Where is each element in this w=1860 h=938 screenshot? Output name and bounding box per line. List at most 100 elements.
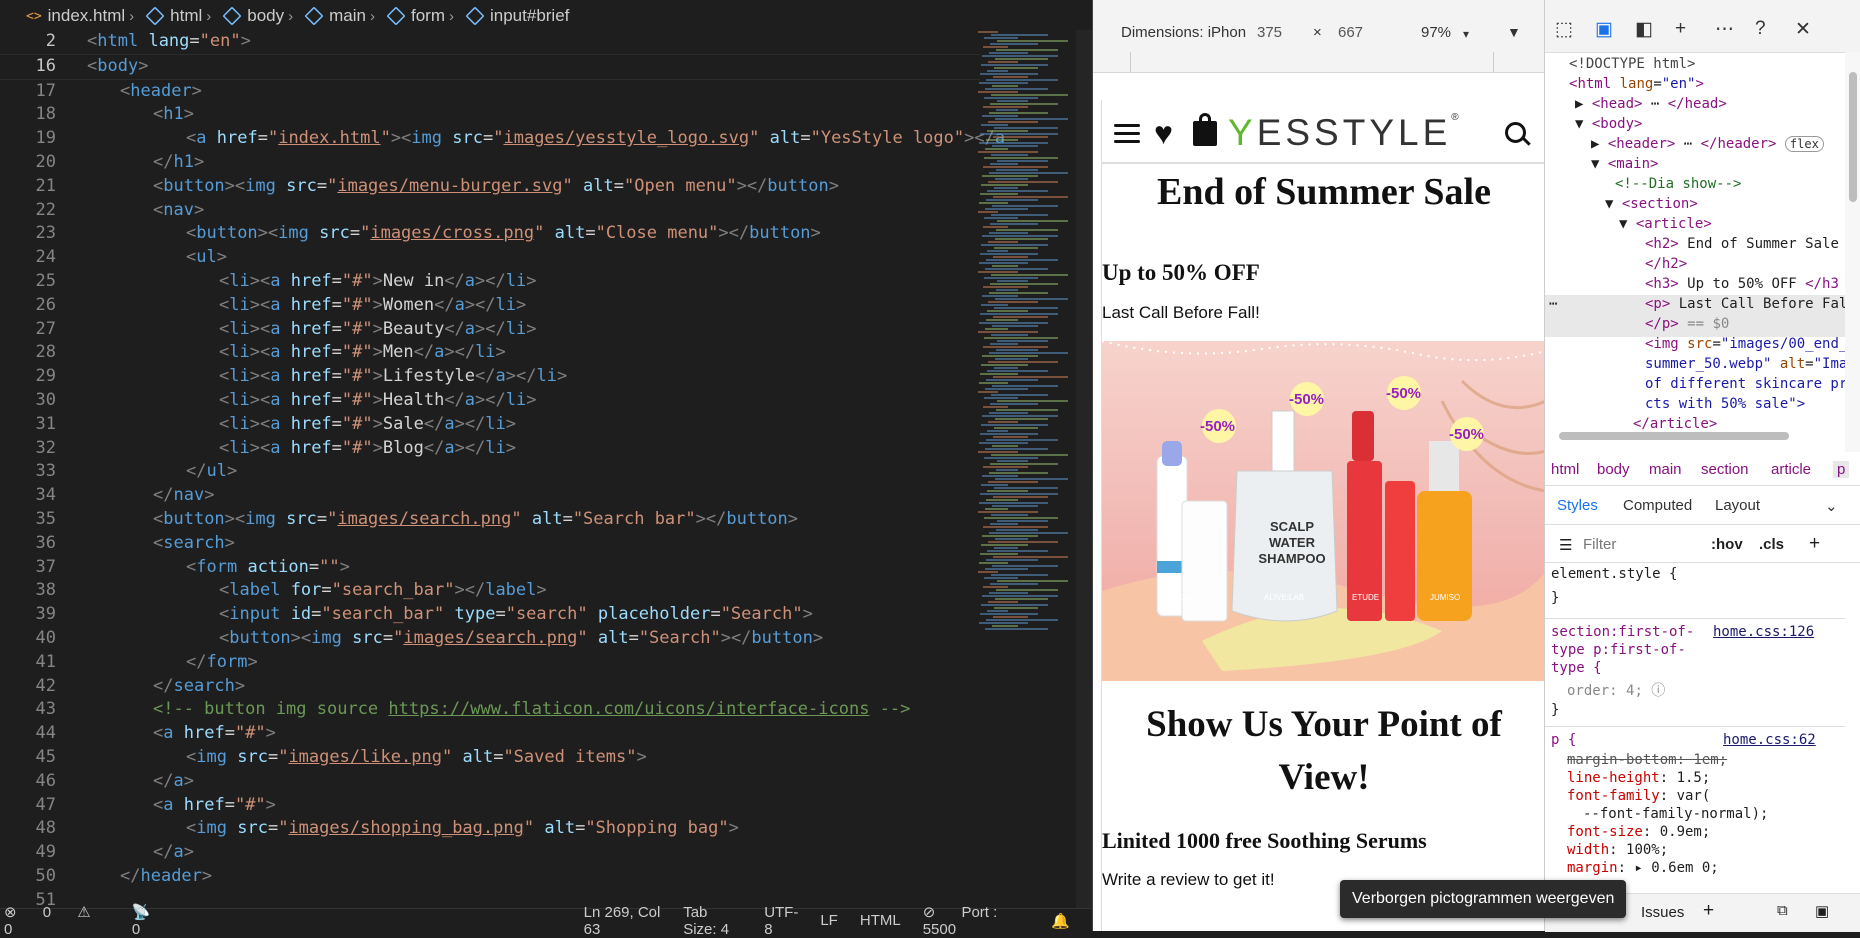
code-line[interactable]: 19 <a href="index.html"><img src="images/…: [0, 127, 1006, 151]
menu-burger-icon[interactable]: [1114, 124, 1140, 148]
zoom-select[interactable]: 97%: [1421, 24, 1451, 41]
tab-size[interactable]: Tab Size: 4: [683, 904, 742, 938]
encoding[interactable]: UTF-8: [764, 904, 798, 938]
plus-icon[interactable]: +: [1675, 18, 1686, 40]
site-logo[interactable]: YESSTYLE®: [1228, 112, 1459, 154]
live-server-port[interactable]: ⊘ Port : 5500: [923, 903, 1030, 938]
head-node[interactable]: ▶ <head> ⋯ </head>: [1575, 96, 1727, 112]
code-line[interactable]: 29 <li><a href="#">Lifestyle</a></li>: [0, 365, 980, 389]
cls-toggle[interactable]: .cls: [1759, 536, 1784, 553]
code-line[interactable]: 37 <form action="">: [0, 556, 980, 580]
article-node[interactable]: ▼ <article>: [1619, 216, 1712, 232]
css-declaration[interactable]: order: 4; ⓘ: [1567, 680, 1665, 700]
ports-indicator[interactable]: 📡 0: [132, 903, 192, 938]
code-line[interactable]: 41 </form>: [0, 651, 980, 675]
minimap[interactable]: [978, 30, 1074, 908]
code-line[interactable]: 48 <img src="images/shopping_bag.png" alt…: [0, 817, 980, 841]
code-line[interactable]: 2 <html lang="en">: [0, 30, 980, 55]
device-toggle-icon[interactable]: ▣: [1595, 18, 1613, 41]
html-node[interactable]: <html lang="en">: [1569, 76, 1704, 92]
problems-indicator[interactable]: ⊗ 0 ⚠ 0: [4, 903, 118, 938]
rule-selector[interactable]: type p:first-of-: [1551, 642, 1686, 658]
code-line[interactable]: 34 </nav>: [0, 484, 980, 508]
stylesheet-link[interactable]: home.css:62: [1723, 732, 1816, 748]
plus-icon[interactable]: +: [1703, 900, 1714, 922]
h3-node[interactable]: <h3> Up to 50% OFF </h3: [1645, 276, 1839, 292]
code-line[interactable]: 38 <label for="search_bar"></label>: [0, 579, 980, 603]
breadcrumb-html[interactable]: html ›: [145, 6, 217, 26]
code-editor[interactable]: <> index.html › html › body › main › form › in…: [0, 0, 1092, 908]
cursor-position[interactable]: Ln 269, Col 63: [584, 904, 662, 938]
new-rule-icon[interactable]: +: [1809, 533, 1820, 555]
code-line[interactable]: 20 </h1>: [0, 151, 980, 175]
more-icon[interactable]: ⋯: [1715, 18, 1734, 41]
code-line[interactable]: 24 <ul>: [0, 246, 980, 270]
code-line[interactable]: 30 <li><a href="#">Health</a></li>: [0, 389, 980, 413]
tab-computed[interactable]: Computed: [1623, 497, 1692, 514]
code-line[interactable]: 35 <button><img src="images/search.png" a…: [0, 508, 980, 532]
code-line[interactable]: 39 <input id="search_bar" type="search" p…: [0, 603, 980, 627]
code-line[interactable]: 36 <search>: [0, 532, 980, 556]
rule-selector[interactable]: section:first-of-: [1551, 624, 1694, 640]
issues-tab[interactable]: Issues: [1641, 904, 1684, 921]
section-node[interactable]: ▼ <section>: [1605, 196, 1698, 212]
img-node[interactable]: <img src="images/00_end_: [1645, 336, 1845, 352]
chevron-down-icon[interactable]: ▼: [1507, 24, 1521, 40]
code-line[interactable]: 21 <button><img src="images/menu-burger.s…: [0, 175, 980, 199]
h2-node[interactable]: <h2> End of Summer Sale: [1645, 236, 1839, 252]
dom-crumb-body[interactable]: body: [1597, 461, 1630, 478]
dock-drawer-icon[interactable]: ⧉: [1777, 902, 1788, 919]
shopping-bag-icon[interactable]: [1193, 113, 1217, 146]
flex-badge[interactable]: flex: [1784, 136, 1824, 152]
breadcrumb-file[interactable]: <> index.html ›: [26, 6, 140, 26]
code-line[interactable]: 32 <li><a href="#">Blog</a></li>: [0, 437, 980, 461]
dom-crumb-section[interactable]: section: [1701, 461, 1749, 478]
code-line[interactable]: 43 <!-- button img source https://www.fla…: [0, 698, 980, 722]
help-icon[interactable]: ?: [1755, 18, 1766, 40]
body-node[interactable]: ▼ <body>: [1575, 116, 1642, 132]
end-of-line[interactable]: LF: [820, 912, 838, 929]
search-icon[interactable]: [1505, 122, 1526, 143]
code-line[interactable]: 50 </header>: [0, 865, 980, 889]
elements-scrollbar[interactable]: [1845, 52, 1860, 452]
code-line[interactable]: 47 <a href="#">: [0, 794, 980, 818]
heart-icon[interactable]: ♥: [1154, 117, 1173, 149]
tab-layout[interactable]: Layout: [1715, 497, 1760, 514]
code-line[interactable]: 26 <li><a href="#">Women</a></li>: [0, 294, 980, 318]
css-declaration[interactable]: font-size: 0.9em;: [1567, 824, 1710, 840]
dom-crumb-p[interactable]: p: [1833, 461, 1850, 478]
horizontal-scrollbar[interactable]: [1559, 432, 1789, 440]
close-icon[interactable]: ✕: [1795, 18, 1811, 41]
code-line[interactable]: 31 <li><a href="#">Sale</a></li>: [0, 413, 980, 437]
code-line[interactable]: 16 <body>: [0, 54, 980, 80]
device-viewport[interactable]: ♥ YESSTYLE® End of Summer Sale Up to 50%…: [1101, 100, 1546, 931]
breadcrumb-main[interactable]: main ›: [304, 6, 381, 26]
stylesheet-link[interactable]: home.css:126: [1713, 624, 1814, 640]
code-line[interactable]: 17 <header>: [0, 80, 980, 104]
height-input[interactable]: 667: [1338, 24, 1363, 41]
screenshot-icon[interactable]: ▣: [1815, 902, 1829, 920]
code-line[interactable]: 49 </a>: [0, 841, 980, 865]
css-declaration[interactable]: width: 100%;: [1567, 842, 1668, 858]
inspect-icon[interactable]: ⬚: [1555, 18, 1573, 41]
css-declaration[interactable]: line-height: 1.5;: [1567, 770, 1710, 786]
code-line[interactable]: 44 <a href="#">: [0, 722, 980, 746]
code-line[interactable]: 22 <nav>: [0, 199, 980, 223]
code-line[interactable]: 23 <button><img src="images/cross.png" al…: [0, 222, 980, 246]
breadcrumb-form[interactable]: form ›: [386, 6, 460, 26]
header-node[interactable]: ▶ <header> ⋯ </header> flex: [1591, 136, 1824, 152]
dock-icon[interactable]: ◧: [1635, 18, 1653, 41]
rule-selector[interactable]: p {: [1551, 732, 1576, 748]
width-input[interactable]: 375: [1257, 24, 1282, 41]
code-line[interactable]: 40 <button><img src="images/search.png" a…: [0, 627, 980, 651]
element-style-rule[interactable]: element.style {: [1551, 566, 1677, 582]
code-lines[interactable]: 2 <html lang="en"> 16 <body> 17 <header> 18 <h1…: [0, 30, 1006, 908]
breadcrumb-body[interactable]: body ›: [222, 6, 299, 26]
device-dimensions-select[interactable]: Dimensions: iPhon: [1121, 24, 1246, 41]
hov-toggle[interactable]: :hov: [1711, 536, 1743, 553]
tab-styles[interactable]: Styles: [1557, 497, 1598, 514]
dom-crumb-main[interactable]: main: [1649, 461, 1682, 478]
css-declaration-overridden[interactable]: margin-bottom: 1em;: [1567, 752, 1727, 768]
language-mode[interactable]: HTML: [860, 912, 901, 929]
code-line[interactable]: 45 <img src="images/like.png" alt="Saved …: [0, 746, 980, 770]
